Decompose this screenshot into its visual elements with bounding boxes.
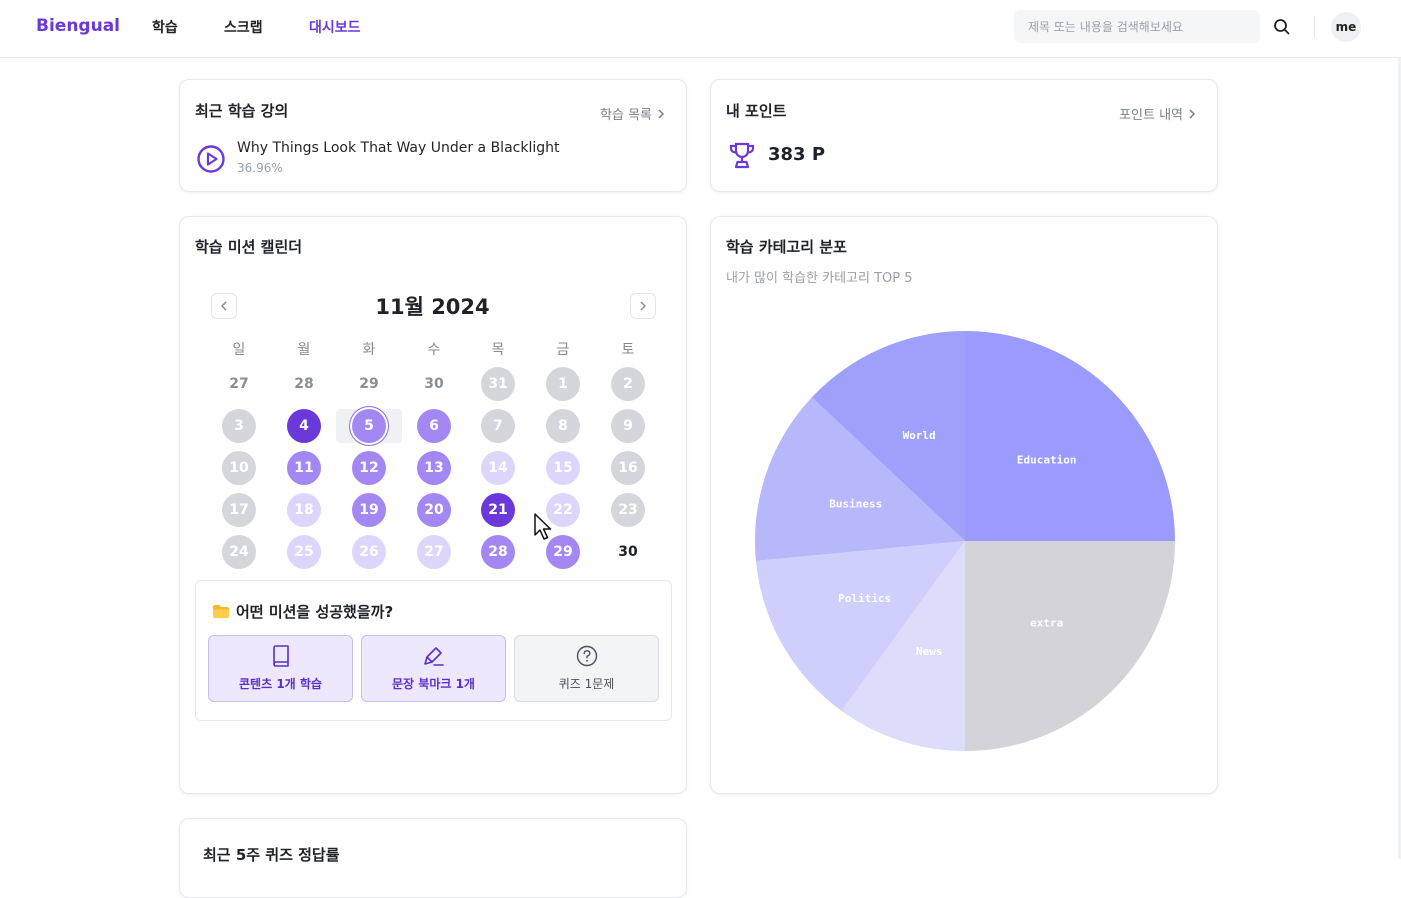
lecture-title-link[interactable]: Why Things Look That Way Under a Blackli… bbox=[237, 140, 559, 156]
quiz-accuracy-card: 최근 5주 퀴즈 정답률 bbox=[179, 818, 687, 898]
pie-label-news: News bbox=[916, 645, 943, 658]
calendar-day[interactable]: 27 bbox=[417, 535, 451, 569]
weekday-label: 월 bbox=[297, 342, 311, 358]
calendar-day[interactable]: 4 bbox=[287, 409, 321, 443]
avatar[interactable]: me bbox=[1331, 12, 1361, 42]
calendar-day[interactable]: 31 bbox=[481, 367, 515, 401]
chevron-right-icon bbox=[1189, 108, 1196, 119]
mission-bookmark[interactable]: 문장 북마크 1개 bbox=[361, 635, 506, 702]
calendar-day[interactable]: 18 bbox=[287, 493, 321, 527]
mission-panel: 어떤 미션을 성공했을까? 콘텐츠 1개 학습 문장 북마크 1개 퀴즈 1문제 bbox=[195, 580, 672, 721]
points-history-label: 포인트 내역 bbox=[1119, 108, 1183, 123]
pie-label-politics: Politics bbox=[838, 592, 891, 605]
calendar-day[interactable]: 9 bbox=[611, 409, 645, 443]
calendar-day[interactable]: 17 bbox=[222, 493, 256, 527]
search-icon[interactable] bbox=[1272, 17, 1292, 37]
calendar-day[interactable]: 30 bbox=[417, 367, 451, 401]
mission-question-text: 어떤 미션을 성공했을까? bbox=[236, 603, 394, 621]
calendar-day[interactable]: 12 bbox=[352, 451, 386, 485]
recent-lecture-title: 최근 학습 강의 bbox=[195, 102, 289, 120]
pie-label-business: Business bbox=[829, 498, 882, 511]
calendar-day[interactable]: 7 bbox=[481, 409, 515, 443]
mission-label: 콘텐츠 1개 학습 bbox=[239, 677, 322, 691]
mission-question: 어떤 미션을 성공했을까? bbox=[212, 601, 393, 622]
calendar-day[interactable]: 20 bbox=[417, 493, 451, 527]
next-month-button[interactable] bbox=[630, 293, 656, 319]
nav-scrap[interactable]: 스크랩 bbox=[224, 17, 263, 37]
weekday-label: 수 bbox=[427, 342, 441, 358]
category-pie-chart: Education extra News Politics Business World bbox=[755, 331, 1175, 751]
calendar-day[interactable]: 8 bbox=[546, 409, 580, 443]
calendar-day[interactable]: 11 bbox=[287, 451, 321, 485]
mission-label: 문장 북마크 1개 bbox=[392, 677, 475, 691]
trophy-icon bbox=[729, 142, 755, 169]
nav-dashboard[interactable]: 대시보드 bbox=[309, 17, 361, 37]
calendar-month-label: 11월 2024 bbox=[375, 295, 490, 319]
pie-label-extra: extra bbox=[1030, 617, 1063, 630]
calendar-day-today[interactable]: 5 bbox=[352, 409, 386, 443]
mouse-cursor-icon bbox=[534, 513, 552, 540]
lecture-list-label: 학습 목록 bbox=[600, 108, 652, 123]
weekday-label: 금 bbox=[556, 342, 570, 358]
top-nav-bar: Biengual 학습 스크랩 대시보드 me bbox=[0, 0, 1401, 58]
weekday-label: 목 bbox=[491, 342, 505, 358]
points-value: 383 P bbox=[768, 144, 826, 165]
calendar-day[interactable]: 6 bbox=[417, 409, 451, 443]
weekday-label: 토 bbox=[621, 342, 635, 358]
calendar-day[interactable]: 16 bbox=[611, 451, 645, 485]
mission-quiz[interactable]: 퀴즈 1문제 bbox=[514, 635, 659, 702]
calendar-day[interactable]: 13 bbox=[417, 451, 451, 485]
play-icon[interactable] bbox=[196, 144, 226, 174]
weekday-label: 화 bbox=[362, 342, 376, 358]
pie-slice-education[interactable] bbox=[965, 331, 1175, 541]
calendar-day[interactable]: 19 bbox=[352, 493, 386, 527]
quiz-card-title: 최근 5주 퀴즈 정답률 bbox=[203, 846, 340, 864]
calendar-day[interactable]: 15 bbox=[546, 451, 580, 485]
pie-label-world: World bbox=[903, 429, 936, 442]
calendar-day[interactable]: 3 bbox=[222, 409, 256, 443]
calendar-day[interactable]: 30 bbox=[611, 535, 645, 569]
calendar-day[interactable]: 14 bbox=[481, 451, 515, 485]
pie-label-education: Education bbox=[1017, 453, 1077, 466]
nav-learn[interactable]: 학습 bbox=[152, 17, 178, 37]
mission-calendar-card: 학습 미션 캘린더 11월 2024 일 월 화 수 목 금 토 27 28 29 30 31 1 2 3 4… bbox=[179, 216, 687, 794]
header-divider bbox=[1314, 16, 1315, 38]
calendar-day[interactable]: 27 bbox=[222, 367, 256, 401]
calendar-day[interactable]: 23 bbox=[611, 493, 645, 527]
book-icon bbox=[272, 645, 289, 667]
points-card: 내 포인트 포인트 내역 383 P bbox=[710, 79, 1218, 192]
calendar-day[interactable]: 28 bbox=[287, 367, 321, 401]
calendar-day[interactable]: 2 bbox=[611, 367, 645, 401]
recent-lecture-card: 최근 학습 강의 학습 목록 Why Things Look That Way … bbox=[179, 79, 687, 192]
calendar-day[interactable]: 21 bbox=[481, 493, 515, 527]
calendar-day[interactable]: 24 bbox=[222, 535, 256, 569]
calendar-day[interactable]: 25 bbox=[287, 535, 321, 569]
calendar-day[interactable]: 26 bbox=[352, 535, 386, 569]
calendar-day[interactable]: 1 bbox=[546, 367, 580, 401]
chevron-right-icon bbox=[658, 108, 665, 119]
weekday-label: 일 bbox=[232, 342, 246, 358]
calendar-card-title: 학습 미션 캘린더 bbox=[195, 238, 303, 256]
calendar-day[interactable]: 29 bbox=[352, 367, 386, 401]
chevron-right-icon bbox=[640, 301, 646, 311]
question-circle-icon bbox=[576, 645, 597, 667]
points-title: 내 포인트 bbox=[726, 102, 787, 120]
folder-icon bbox=[213, 605, 229, 618]
category-distribution-card: 학습 카테고리 분포 내가 많이 학습한 카테고리 TOP 5 Educatio… bbox=[710, 216, 1218, 794]
lecture-list-link[interactable]: 학습 목록 bbox=[600, 104, 666, 123]
highlighter-icon bbox=[423, 647, 444, 666]
calendar-day[interactable]: 10 bbox=[222, 451, 256, 485]
lecture-progress: 36.96% bbox=[237, 161, 283, 175]
points-history-link[interactable]: 포인트 내역 bbox=[1119, 104, 1197, 123]
pie-slice-extra[interactable] bbox=[965, 541, 1175, 751]
search-input[interactable] bbox=[1014, 10, 1260, 43]
mission-content-study[interactable]: 콘텐츠 1개 학습 bbox=[208, 635, 353, 702]
mission-label: 퀴즈 1문제 bbox=[558, 677, 615, 691]
app-logo[interactable]: Biengual bbox=[36, 16, 120, 36]
calendar-day[interactable]: 28 bbox=[481, 535, 515, 569]
